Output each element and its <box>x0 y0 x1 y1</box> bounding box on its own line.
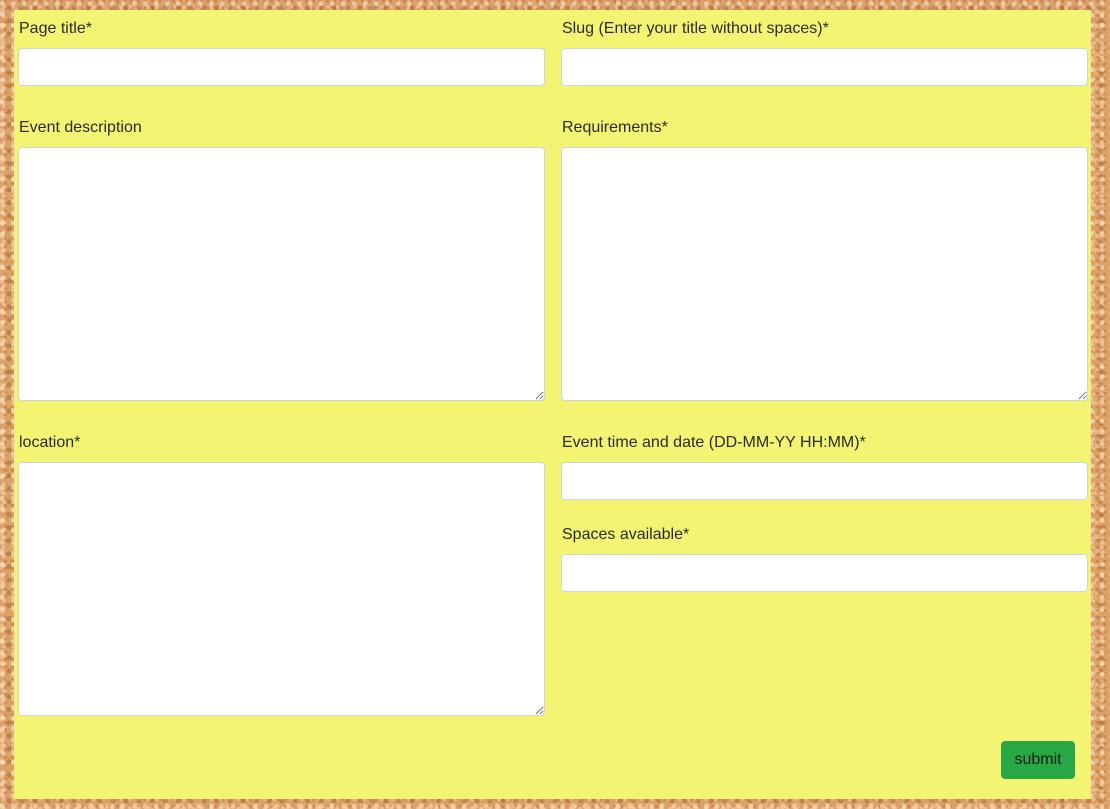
location-label: location* <box>19 434 81 451</box>
event-time-label: Event time and date (DD-MM-YY HH:MM)* <box>562 434 866 451</box>
requirements-textarea[interactable] <box>561 147 1088 401</box>
page-title-input[interactable] <box>18 48 545 86</box>
event-description-label: Event description <box>19 119 142 136</box>
submit-button[interactable]: submit <box>1001 741 1075 779</box>
page-title-label: Page title* <box>19 20 92 37</box>
spaces-available-input[interactable] <box>561 554 1088 592</box>
event-description-textarea[interactable] <box>18 147 545 401</box>
slug-input[interactable] <box>561 48 1088 86</box>
slug-label: Slug (Enter your title without spaces)* <box>562 20 829 37</box>
spaces-available-label: Spaces available* <box>562 526 690 543</box>
requirements-label: Requirements* <box>562 119 668 136</box>
event-time-input[interactable] <box>561 462 1088 500</box>
event-form-panel: Page title* Event description location* … <box>14 10 1091 799</box>
location-textarea[interactable] <box>18 462 545 716</box>
